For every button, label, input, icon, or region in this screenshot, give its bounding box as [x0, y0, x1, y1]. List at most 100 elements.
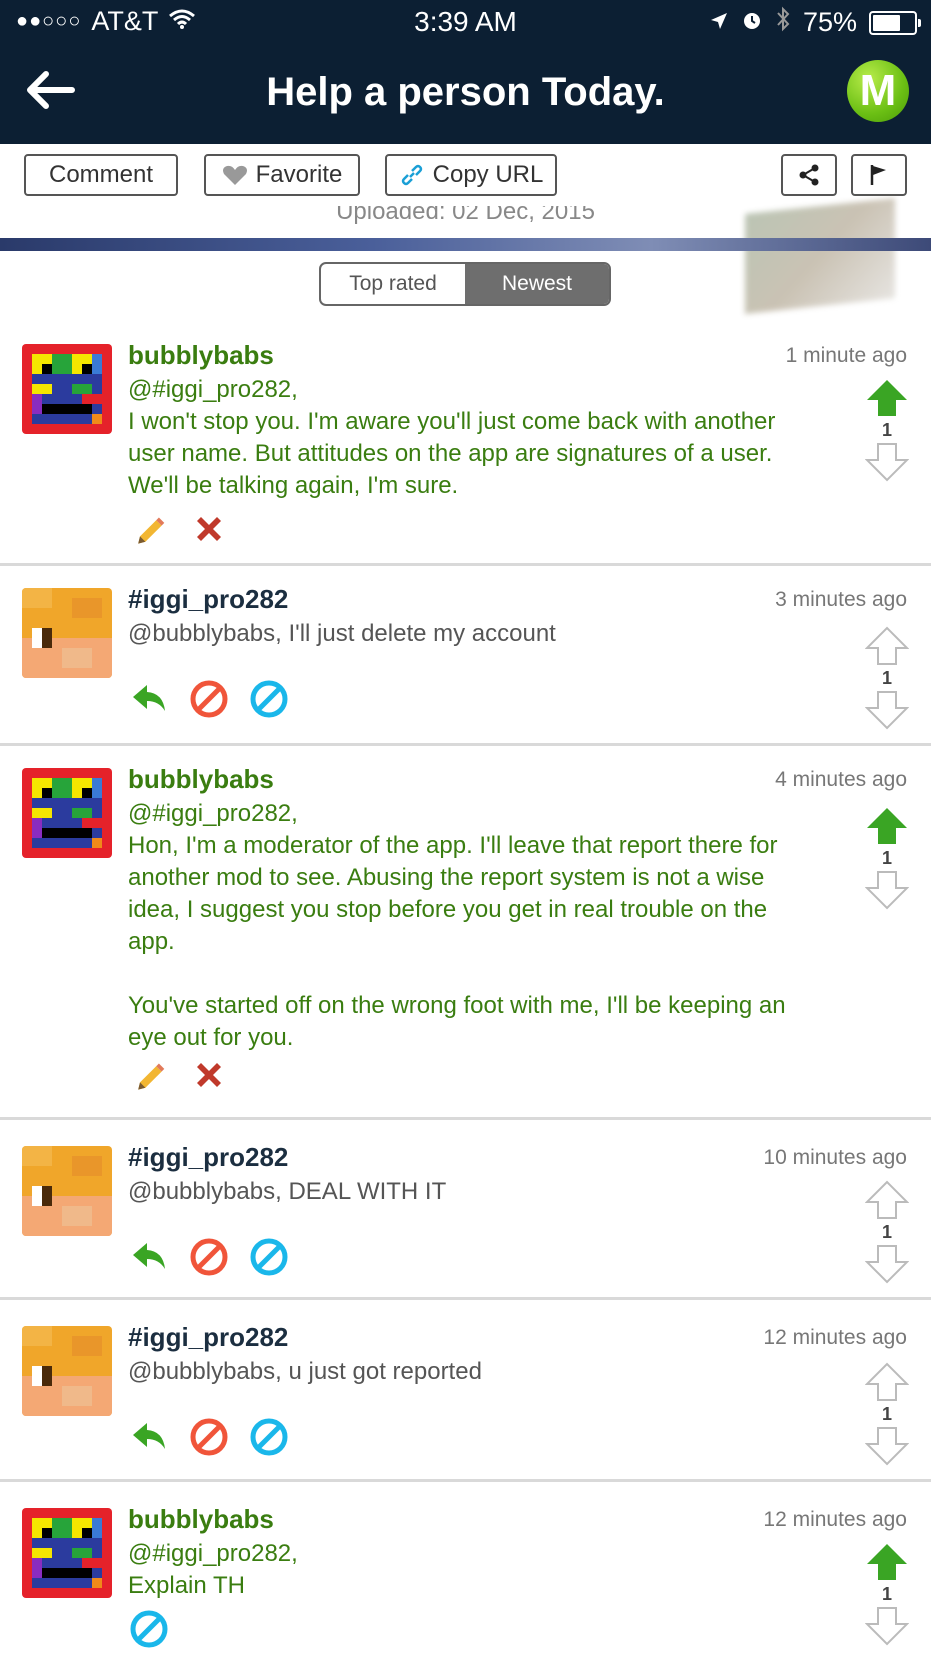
delete-button[interactable] [188, 510, 230, 552]
reply-arrow-icon [129, 679, 169, 719]
share-button[interactable] [781, 154, 837, 196]
vote-count: 1 [881, 1584, 892, 1604]
comment-actions [128, 1056, 230, 1098]
link-icon [401, 164, 422, 186]
block-user-button[interactable] [188, 1236, 230, 1278]
comment-username[interactable]: #iggi_pro282 [128, 1322, 288, 1353]
upvote-arrow-icon[interactable] [865, 1362, 909, 1402]
vote-control: 1 [865, 1180, 909, 1284]
vote-control: 1 [865, 1362, 909, 1466]
comment-text: @#iggi_pro282, Hon, I'm a moderator of t… [128, 800, 786, 1051]
ban-blue-icon [249, 1417, 289, 1457]
ban-blue-icon [129, 1609, 169, 1649]
comment-username[interactable]: bubblybabs [128, 1504, 274, 1535]
report-flag-button[interactable] [851, 154, 907, 196]
ban-user-button[interactable] [248, 1416, 290, 1458]
upvote-arrow-icon[interactable] [865, 378, 909, 418]
edit-button[interactable] [128, 1056, 170, 1098]
status-right: 75% [709, 6, 921, 39]
vote-count: 1 [881, 668, 892, 688]
battery-tip [918, 18, 921, 27]
comment-actions [128, 510, 230, 552]
build-preview-image [745, 198, 895, 314]
pixel-face-avatar [22, 768, 112, 858]
comment-item: #iggi_pro282 3 minutes ago @bubblybabs, … [0, 566, 931, 746]
vote-control: 1 [865, 806, 909, 910]
status-bar: ●●○○○ AT&T 3:39 AM 75% [0, 0, 931, 46]
pixel-face-avatar [22, 1326, 112, 1416]
alarm-icon [741, 7, 763, 38]
block-user-button[interactable] [188, 1416, 230, 1458]
ban-user-button[interactable] [248, 1236, 290, 1278]
downvote-arrow-icon[interactable] [865, 1244, 909, 1284]
favorite-button[interactable]: Favorite [204, 154, 360, 196]
comment-username[interactable]: #iggi_pro282 [128, 584, 288, 615]
avatar-bubblybabs[interactable] [22, 344, 112, 434]
ban-user-button[interactable] [128, 1608, 170, 1650]
avatar-bubblybabs[interactable] [22, 1508, 112, 1598]
toolbar: Comment Favorite Copy URL [0, 144, 931, 206]
pencil-icon [131, 513, 167, 549]
upvote-arrow-icon[interactable] [865, 1542, 909, 1582]
header-divider [0, 238, 931, 251]
copy-url-button[interactable]: Copy URL [385, 154, 557, 196]
avatar-iggi-pro282[interactable] [22, 1146, 112, 1236]
reply-button[interactable] [128, 1416, 170, 1458]
location-arrow-icon [709, 7, 729, 38]
comment-username[interactable]: bubblybabs [128, 340, 274, 371]
pixel-face-avatar [22, 344, 112, 434]
comment-timestamp: 3 minutes ago [775, 588, 907, 611]
comment-button-label: Comment [48, 161, 154, 188]
comment-button[interactable]: Comment [24, 154, 178, 196]
reply-button[interactable] [128, 1236, 170, 1278]
delete-button[interactable] [188, 1056, 230, 1098]
comment-username[interactable]: #iggi_pro282 [128, 1142, 288, 1173]
vote-control: 1 [865, 626, 909, 730]
downvote-arrow-icon[interactable] [865, 1426, 909, 1466]
pencil-icon [131, 1059, 167, 1095]
upvote-arrow-icon[interactable] [865, 626, 909, 666]
downvote-arrow-icon[interactable] [865, 1606, 909, 1646]
downvote-arrow-icon[interactable] [865, 690, 909, 730]
upvote-arrow-icon[interactable] [865, 806, 909, 846]
avatar-iggi-pro282[interactable] [22, 588, 112, 678]
comment-item: bubblybabs 4 minutes ago @#iggi_pro282, … [0, 746, 931, 1120]
block-user-button[interactable] [188, 678, 230, 720]
heart-icon [222, 165, 247, 185]
vote-count: 1 [881, 1404, 892, 1424]
reply-button[interactable] [128, 678, 170, 720]
delete-x-icon [189, 1057, 229, 1097]
sort-top-rated-tab[interactable]: Top rated [321, 264, 465, 304]
ban-user-button[interactable] [248, 678, 290, 720]
comment-username[interactable]: bubblybabs [128, 764, 274, 795]
downvote-arrow-icon[interactable] [865, 870, 909, 910]
comment-timestamp: 12 minutes ago [763, 1326, 907, 1349]
bluetooth-icon [775, 6, 791, 39]
sort-newest-tab[interactable]: Newest [465, 264, 609, 304]
vote-count: 1 [881, 848, 892, 868]
battery-icon [869, 10, 921, 35]
comment-timestamp: 10 minutes ago [763, 1146, 907, 1169]
upvote-arrow-icon[interactable] [865, 1180, 909, 1220]
comment-item: bubblybabs 12 minutes ago @#iggi_pro282,… [0, 1482, 931, 1656]
vote-count: 1 [881, 1222, 892, 1242]
comment-actions [128, 1608, 170, 1650]
comment-actions [128, 1236, 290, 1278]
pixel-face-avatar [22, 1508, 112, 1598]
comment-text: @bubblybabs, DEAL WITH IT [128, 1178, 447, 1205]
comment-item: #iggi_pro282 10 minutes ago @bubblybabs,… [0, 1120, 931, 1300]
comment-text: @#iggi_pro282, I won't stop you. I'm awa… [128, 376, 776, 499]
app-logo[interactable]: M [847, 60, 909, 122]
avatar-iggi-pro282[interactable] [22, 1326, 112, 1416]
edit-button[interactable] [128, 510, 170, 552]
pixel-face-avatar [22, 1146, 112, 1236]
comment-text: @#iggi_pro282, Explain TH [128, 1540, 298, 1599]
avatar-bubblybabs[interactable] [22, 768, 112, 858]
delete-x-icon [189, 511, 229, 551]
block-red-icon [189, 1237, 229, 1277]
comment-timestamp: 12 minutes ago [763, 1508, 907, 1531]
pixel-face-avatar [22, 588, 112, 678]
comment-timestamp: 1 minute ago [785, 344, 907, 367]
downvote-arrow-icon[interactable] [865, 442, 909, 482]
battery-percent: 75% [802, 7, 857, 37]
